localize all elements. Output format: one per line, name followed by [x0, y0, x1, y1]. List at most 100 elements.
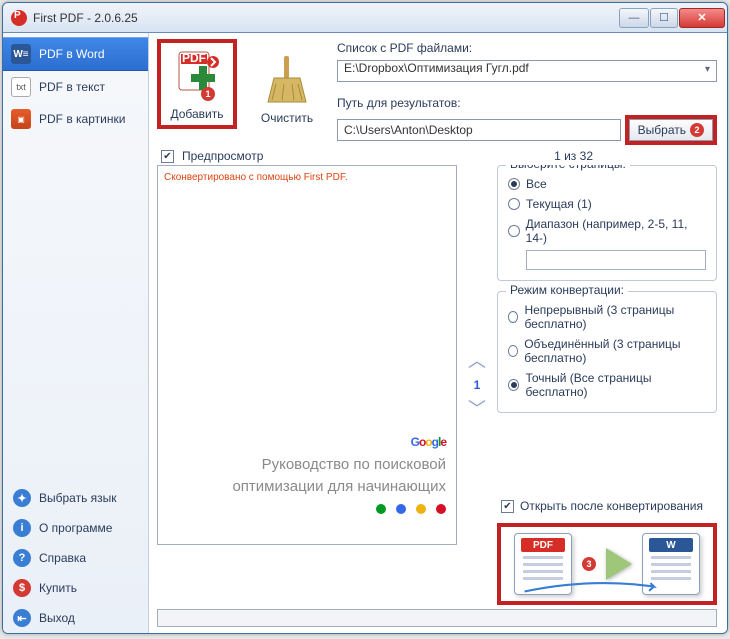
- radio-label: Все: [526, 177, 547, 191]
- sidebar: W≡ PDF в Word txt PDF в текст ▣ PDF в ка…: [3, 33, 149, 633]
- sidebar-item-pdf-to-images[interactable]: ▣ PDF в картинки: [3, 103, 148, 135]
- radio-icon: [508, 225, 520, 237]
- radio-label: Объединённый (3 страницы бесплатно): [524, 337, 706, 365]
- page-indicator: 1 из 32: [554, 149, 713, 163]
- mode-group-title: Режим конвертации:: [506, 283, 628, 297]
- radio-label: Диапазон (например, 2-5, 11, 14-): [526, 217, 706, 245]
- radio-icon: [508, 178, 520, 190]
- pdf-files-combo[interactable]: E:\Dropbox\Оптимизация Гугл.pdf: [337, 60, 717, 82]
- app-window: First PDF - 2.0.6.25 — ☐ ✕ W≡ PDF в Word…: [2, 2, 728, 634]
- color-dots: [232, 504, 446, 514]
- sidebar-item-help[interactable]: ? Справка: [3, 543, 148, 573]
- open-after-label: Открыть после конвертирования: [520, 499, 703, 513]
- image-icon: ▣: [11, 109, 31, 129]
- sidebar-item-label: PDF в текст: [39, 80, 105, 94]
- clear-button[interactable]: Очистить: [247, 39, 327, 129]
- mode-continuous-option[interactable]: Непрерывный (3 страницы бесплатно): [508, 300, 706, 334]
- window-title: First PDF - 2.0.6.25: [33, 11, 619, 25]
- word-icon: W≡: [11, 44, 31, 64]
- add-button[interactable]: PDF 1 Добавить: [157, 39, 237, 129]
- pages-range-group: Выберите страницы: Все Текущая (1) Диапа…: [497, 165, 717, 281]
- pages-all-option[interactable]: Все: [508, 174, 706, 194]
- sidebar-item-label: Справка: [39, 551, 86, 565]
- sidebar-item-exit[interactable]: ⇤ Выход: [3, 603, 148, 633]
- body: W≡ PDF в Word txt PDF в текст ▣ PDF в ка…: [3, 33, 727, 633]
- main-content: PDF 1 Добавить: [149, 33, 727, 633]
- play-icon: [606, 548, 632, 580]
- broom-icon: [257, 51, 317, 109]
- options-column: Выберите страницы: Все Текущая (1) Диапа…: [497, 165, 717, 605]
- clear-label: Очистить: [261, 111, 313, 125]
- text-icon: txt: [11, 77, 31, 97]
- radio-label: Точный (Все страницы бесплатно): [525, 371, 706, 399]
- sidebar-item-label: Выбрать язык: [39, 491, 117, 505]
- choose-highlight: Выбрать 2: [625, 115, 717, 145]
- file-inputs: Список с PDF файлами: E:\Dropbox\Оптимиз…: [337, 39, 717, 145]
- sidebar-item-language[interactable]: ✦ Выбрать язык: [3, 483, 148, 513]
- page-nav: ︿ 1 ﹀: [465, 165, 489, 605]
- radio-icon: [508, 311, 518, 323]
- dot: [436, 504, 446, 514]
- preview-document: Google Руководство по поисковой оптимиза…: [232, 425, 446, 514]
- sidebar-item-label: PDF в Word: [39, 47, 105, 61]
- exit-icon: ⇤: [13, 609, 31, 627]
- step-badge-2: 2: [690, 123, 704, 137]
- conversion-mode-group: Режим конвертации: Непрерывный (3 страни…: [497, 291, 717, 413]
- radio-label: Текущая (1): [526, 197, 592, 211]
- content-row: Сконвертировано с помощью First PDF. Goo…: [157, 165, 717, 605]
- step-badge-3: 3: [582, 557, 596, 571]
- word-badge: W: [649, 538, 693, 552]
- info-icon: i: [13, 519, 31, 537]
- sidebar-item-label: Выход: [39, 611, 75, 625]
- globe-icon: ✦: [13, 489, 31, 507]
- range-input[interactable]: [526, 250, 706, 270]
- sidebar-item-label: Купить: [39, 581, 77, 595]
- buy-icon: $: [13, 579, 31, 597]
- open-after-row[interactable]: ✔ Открыть после конвертирования: [501, 499, 717, 513]
- file-list-label: Список с PDF файлами:: [337, 41, 717, 55]
- page-up-arrow[interactable]: ︿: [468, 352, 486, 370]
- sidebar-item-about[interactable]: i О программе: [3, 513, 148, 543]
- sidebar-item-pdf-to-text[interactable]: txt PDF в текст: [3, 71, 148, 103]
- radio-icon: [508, 345, 518, 357]
- pdf-badge: PDF: [521, 538, 565, 552]
- open-after-checkbox[interactable]: ✔: [501, 500, 514, 513]
- pages-group-title: Выберите страницы:: [506, 165, 630, 171]
- step-badge-1: 1: [201, 87, 215, 101]
- watermark-text: Сконвертировано с помощью First PDF.: [164, 172, 450, 183]
- output-path-input[interactable]: [337, 119, 621, 141]
- page-down-arrow[interactable]: ﹀: [468, 400, 486, 418]
- minimize-button[interactable]: —: [619, 8, 649, 28]
- preview-controls: ✔ Предпросмотр 1 из 32: [157, 149, 717, 163]
- titlebar: First PDF - 2.0.6.25 — ☐ ✕: [3, 3, 727, 33]
- sidebar-item-label: PDF в картинки: [39, 112, 125, 126]
- sidebar-item-pdf-to-word[interactable]: W≡ PDF в Word: [3, 37, 148, 71]
- google-logo: Google: [232, 425, 446, 453]
- doc-title-line2: оптимизации для начинающих: [232, 477, 446, 497]
- app-icon: [11, 10, 27, 26]
- choose-output-button[interactable]: Выбрать 2: [629, 119, 713, 141]
- pdf-files-value: E:\Dropbox\Оптимизация Гугл.pdf: [344, 61, 529, 75]
- close-button[interactable]: ✕: [679, 8, 725, 28]
- toolbar: PDF 1 Добавить: [157, 39, 717, 145]
- radio-icon: [508, 379, 519, 391]
- sidebar-item-buy[interactable]: $ Купить: [3, 573, 148, 603]
- maximize-button[interactable]: ☐: [650, 8, 678, 28]
- arrow-swoosh-icon: [521, 581, 661, 595]
- mode-merged-option[interactable]: Объединённый (3 страницы бесплатно): [508, 334, 706, 368]
- svg-text:PDF: PDF: [182, 51, 206, 65]
- window-buttons: — ☐ ✕: [619, 8, 725, 28]
- dot: [396, 504, 406, 514]
- mode-exact-option[interactable]: Точный (Все страницы бесплатно): [508, 368, 706, 402]
- radio-icon: [508, 198, 520, 210]
- pages-range-option[interactable]: Диапазон (например, 2-5, 11, 14-): [508, 214, 706, 248]
- pages-current-option[interactable]: Текущая (1): [508, 194, 706, 214]
- dot: [416, 504, 426, 514]
- preview-checkbox[interactable]: ✔: [161, 150, 174, 163]
- help-icon: ?: [13, 549, 31, 567]
- output-path-label: Путь для результатов:: [337, 96, 717, 110]
- add-pdf-icon: PDF: [167, 47, 227, 105]
- convert-button[interactable]: PDF 3 W: [497, 523, 717, 605]
- add-label: Добавить: [170, 107, 223, 121]
- progress-bar: [157, 609, 717, 627]
